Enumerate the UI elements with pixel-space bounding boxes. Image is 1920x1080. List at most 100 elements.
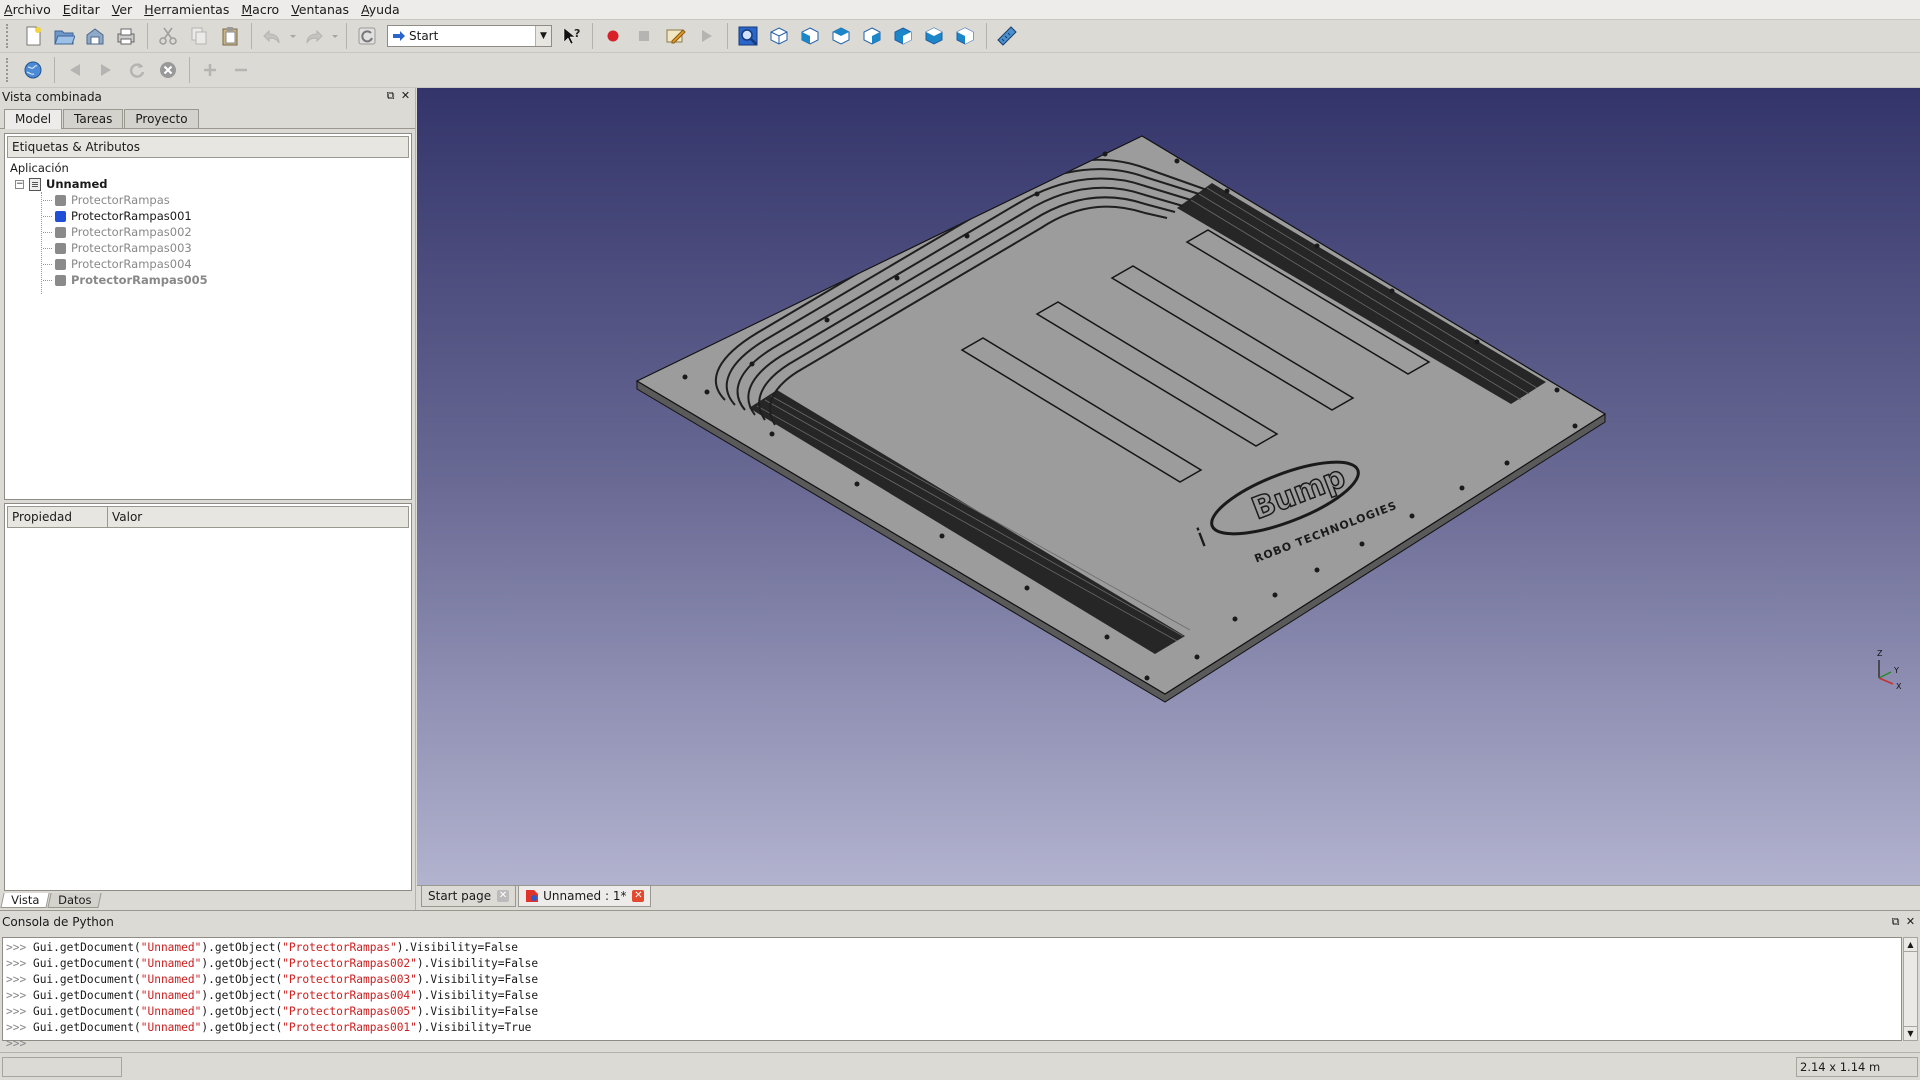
chevron-down-icon — [290, 35, 296, 38]
console-string: "ProtectorRampas004" — [282, 989, 417, 1002]
tab-model[interactable]: Model — [4, 109, 63, 129]
toolbar-separator — [592, 23, 593, 49]
save-button[interactable] — [80, 22, 110, 50]
tab-vista[interactable]: Vista — [0, 893, 50, 908]
axis-x-label: X — [1896, 682, 1902, 691]
whats-this-button[interactable]: ? — [556, 22, 586, 50]
menu-macro[interactable]: Macro — [241, 2, 279, 17]
redo-dropdown[interactable] — [330, 22, 340, 50]
console-code: Gui.getDocument( — [26, 973, 141, 986]
model-tree: Etiquetas & Atributos Aplicación − Unnam… — [4, 133, 412, 500]
view-right-button[interactable] — [857, 22, 887, 50]
console-code: ).getObject( — [201, 973, 283, 986]
web-refresh-button[interactable] — [122, 56, 152, 84]
toolbar-grip[interactable] — [6, 24, 12, 48]
property-header: Propiedad Valor — [7, 506, 409, 528]
console-prompt: >>> — [6, 1021, 27, 1034]
macro-edit-button[interactable] — [660, 22, 690, 50]
tree-item-protectorrampas001[interactable]: ProtectorRampas001 — [7, 208, 411, 224]
tree-item-protectorrampas004[interactable]: ProtectorRampas004 — [7, 256, 411, 272]
menu-ver[interactable]: Ver — [112, 2, 132, 17]
console-code: ).Visibility=False — [416, 1005, 539, 1018]
python-console-output[interactable]: >>> Gui.getDocument("Unnamed").getObject… — [2, 937, 1902, 1050]
zoom-fit-icon — [738, 26, 758, 46]
open-button[interactable] — [49, 22, 79, 50]
redo-icon — [306, 29, 323, 44]
tree-item-protectorrampas[interactable]: ProtectorRampas — [7, 192, 411, 208]
console-code: ).Visibility=False — [396, 941, 518, 954]
close-panel-icon[interactable]: ✕ — [1904, 915, 1917, 928]
tab-tareas[interactable]: Tareas — [63, 109, 124, 128]
workbench-selector[interactable]: Start ▼ — [387, 25, 552, 47]
tab-vista-label: Vista — [11, 893, 40, 907]
scroll-down-icon[interactable]: ▼ — [1904, 1026, 1917, 1040]
view-left-button[interactable] — [950, 22, 980, 50]
console-prompt: >>> — [6, 941, 27, 954]
toolbar-grip[interactable] — [6, 58, 12, 82]
tab-unnamed[interactable]: Unnamed : 1* ✕ — [518, 886, 652, 907]
collapse-icon[interactable]: − — [15, 179, 24, 189]
view-bottom-button[interactable] — [919, 22, 949, 50]
console-input-prompt[interactable]: >>> — [6, 1036, 1901, 1052]
menu-ventanas[interactable]: Ventanas — [291, 2, 349, 17]
tree-item-protectorrampas002[interactable]: ProtectorRampas002 — [7, 224, 411, 240]
console-string: "Unnamed" — [140, 941, 202, 954]
paste-button[interactable] — [215, 22, 245, 50]
fit-all-button[interactable] — [733, 22, 763, 50]
close-panel-icon[interactable]: ✕ — [399, 89, 412, 102]
value-column-header[interactable]: Valor — [108, 507, 142, 527]
tab-proyecto[interactable]: Proyecto — [124, 109, 199, 128]
play-icon — [702, 30, 712, 42]
menu-bar: Archivo Editar Ver Herramientas Macro Ve… — [0, 0, 1920, 20]
zoom-out-button[interactable] — [226, 56, 256, 84]
cut-button[interactable] — [153, 22, 183, 50]
undo-button[interactable] — [257, 22, 287, 50]
close-tab-icon[interactable]: ✕ — [632, 890, 645, 902]
view-rear-button[interactable] — [888, 22, 918, 50]
python-console-panel: Consola de Python ⧉ ✕ >>> Gui.getDocumen… — [0, 910, 1920, 1052]
menu-ayuda[interactable]: Ayuda — [361, 2, 400, 17]
view-axonometric-button[interactable] — [764, 22, 794, 50]
refresh-button[interactable] — [352, 22, 382, 50]
macro-record-button[interactable] — [598, 22, 628, 50]
measure-button[interactable] — [992, 22, 1022, 50]
scroll-up-icon[interactable]: ▲ — [1904, 938, 1917, 952]
new-document-button[interactable] — [18, 22, 48, 50]
web-home-button[interactable] — [18, 56, 48, 84]
web-forward-button[interactable] — [91, 56, 121, 84]
refresh-icon — [358, 27, 376, 45]
macro-run-button[interactable] — [691, 22, 721, 50]
web-back-button[interactable] — [60, 56, 90, 84]
tree-document-row[interactable]: − Unnamed — [7, 176, 411, 192]
float-panel-icon[interactable]: ⧉ — [384, 89, 397, 103]
close-tab-icon[interactable]: ✕ — [497, 890, 510, 902]
print-button[interactable] — [111, 22, 141, 50]
undo-dropdown[interactable] — [288, 22, 298, 50]
console-string: "Unnamed" — [140, 1021, 202, 1034]
web-stop-button[interactable] — [153, 56, 183, 84]
view-top-button[interactable] — [826, 22, 856, 50]
cube-iso-icon — [770, 27, 788, 45]
property-column-header[interactable]: Propiedad — [8, 507, 108, 527]
tab-start-page[interactable]: Start page ✕ — [421, 886, 517, 907]
console-code: Gui.getDocument( — [26, 941, 141, 954]
view-front-button[interactable] — [795, 22, 825, 50]
zoom-in-button[interactable] — [195, 56, 225, 84]
menu-archivo[interactable]: Archivo — [4, 2, 51, 17]
console-scrollbar[interactable]: ▲ ▼ — [1903, 937, 1918, 1041]
float-panel-icon[interactable]: ⧉ — [1889, 915, 1902, 929]
tree-body: Aplicación − Unnamed ProtectorRampas Pro… — [5, 160, 411, 294]
menu-editar[interactable]: Editar — [63, 2, 100, 17]
status-dimensions: 2.14 x 1.14 m — [1796, 1057, 1918, 1077]
copy-button[interactable] — [184, 22, 214, 50]
macro-stop-button[interactable] — [629, 22, 659, 50]
document-name: Unnamed — [46, 177, 108, 191]
status-bar: 2.14 x 1.14 m — [0, 1052, 1920, 1080]
tree-item-protectorrampas003[interactable]: ProtectorRampas003 — [7, 240, 411, 256]
menu-herramientas[interactable]: Herramientas — [144, 2, 229, 17]
redo-button[interactable] — [299, 22, 329, 50]
3d-viewport[interactable]: Bump i ROBO TECHNOLOGIES Z Y X — [417, 88, 1920, 885]
tab-datos[interactable]: Datos — [47, 893, 103, 908]
tree-item-protectorrampas005[interactable]: ProtectorRampas005 — [7, 272, 411, 288]
console-prompt: >>> — [6, 989, 27, 1002]
